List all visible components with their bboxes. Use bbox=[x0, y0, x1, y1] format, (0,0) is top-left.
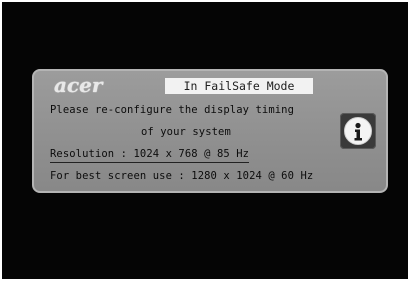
info-icon bbox=[344, 117, 372, 145]
info-glyph bbox=[354, 122, 362, 141]
message-line-1: Please re-configure the display timing bbox=[50, 104, 295, 116]
failsafe-osd-dialog: acer In FailSafe Mode Please re-configur… bbox=[32, 69, 388, 193]
info-button[interactable] bbox=[340, 113, 376, 149]
monitor-screen: acer In FailSafe Mode Please re-configur… bbox=[2, 2, 408, 279]
recommended-resolution: For best screen use : 1280 x 1024 @ 60 H… bbox=[50, 170, 314, 182]
current-resolution: Resolution : 1024 x 768 @ 85 Hz bbox=[50, 147, 250, 163]
failsafe-mode-banner: In FailSafe Mode bbox=[165, 78, 313, 94]
acer-logo: acer bbox=[54, 73, 103, 97]
message-line-2: of your system bbox=[141, 126, 231, 138]
